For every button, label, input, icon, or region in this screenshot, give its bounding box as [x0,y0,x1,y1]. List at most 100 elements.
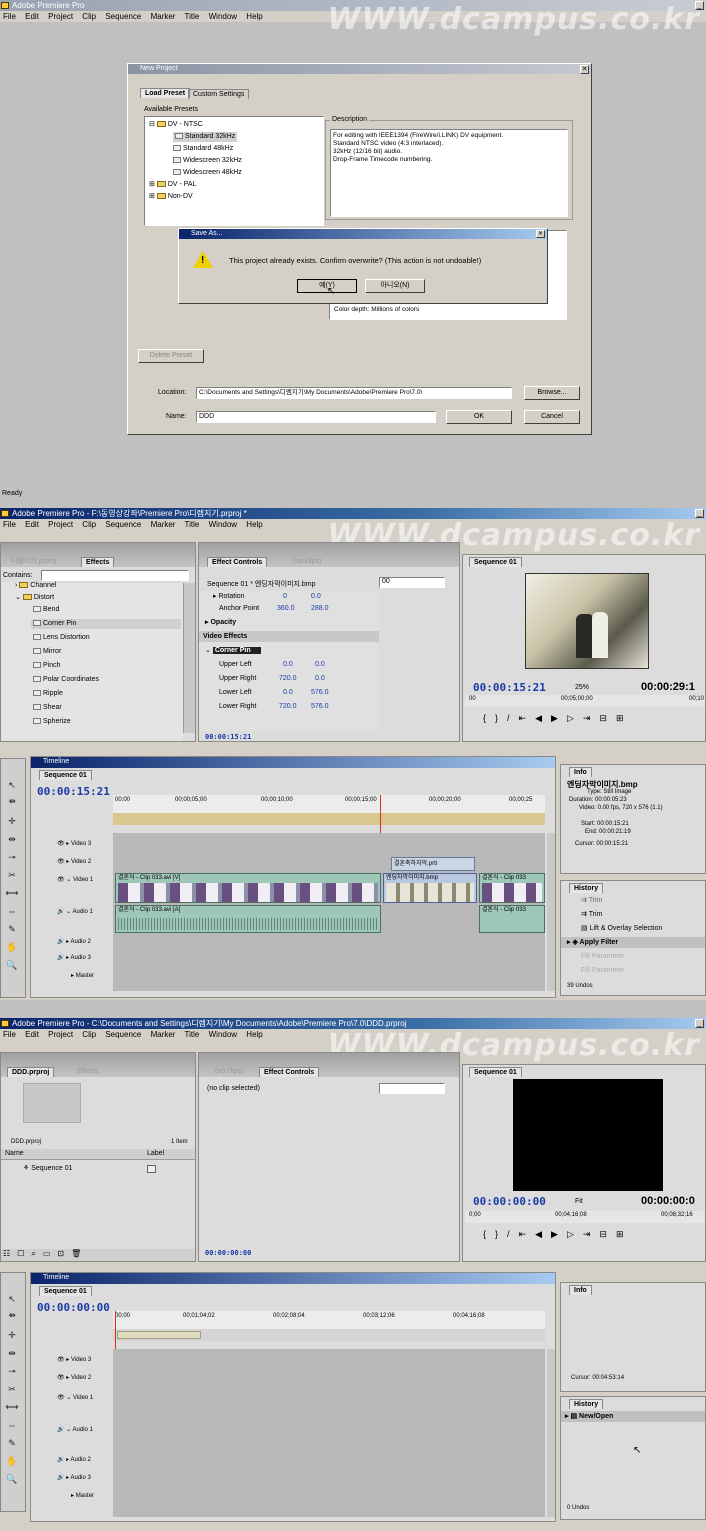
mark-out-icon[interactable]: } [495,713,507,723]
tab-history[interactable]: History [569,883,604,893]
track-master[interactable]: ▸ Master [31,1489,111,1503]
go-to-in-icon[interactable]: ⇤ [519,1229,536,1239]
step-back-icon[interactable]: ◀ [535,713,551,723]
program-ruler[interactable]: 00 00;05;00;00 00;10 [465,695,705,707]
step-forward-icon[interactable]: ▷ [567,713,583,723]
clip-video-1a[interactable]: 결혼식 - Clip 033.avi [V] [115,873,381,903]
tab-effects[interactable]: Effects [81,557,115,567]
hand-tool-icon[interactable]: ✋ [5,1455,19,1467]
menu-clip[interactable]: Clip [82,520,96,529]
ec-row-opacity[interactable]: ▸ Opacity [199,617,379,628]
track-video-1[interactable]: 👁 ⌄ Video 1 [31,1391,111,1405]
history-item[interactable]: ⇉ Trim [561,895,705,906]
ripple-edit-tool-icon[interactable]: ✛ [5,815,19,827]
speaker-icon[interactable]: 🔊 [57,955,64,961]
save-as-close-icon[interactable]: ✕ [536,230,545,238]
menu-edit[interactable]: Edit [25,520,39,529]
no-button[interactable]: 아니오(N) [365,279,425,293]
ec-footer-timecode[interactable]: 00:00:00:00 [205,1249,251,1257]
razor-tool-icon[interactable]: ✂ [5,869,19,881]
history-item[interactable]: ▤ Lift & Overlay Selection [561,923,705,934]
project-item-sequence[interactable]: ⚘ Sequence 01 [1,1163,195,1174]
effect-pinch[interactable]: Pinch [33,661,61,671]
tree-item-widescreen-32khz[interactable]: Widescreen 32kHz [173,156,242,166]
menu-help[interactable]: Help [246,1030,262,1039]
set-marker-icon[interactable]: / [507,713,519,723]
timeline-scrollbar[interactable] [547,833,555,991]
ec-row-corner-pin[interactable]: ⌄ Corner Pin [199,645,379,656]
eye-icon[interactable]: 👁 [57,841,65,847]
effects-scrollbar[interactable] [183,583,195,733]
location-field[interactable]: C:\Documents and Settings\디렘지기\My Docume… [196,387,512,399]
effect-shear[interactable]: Shear [33,703,62,713]
menu-marker[interactable]: Marker [151,520,176,529]
browse-button[interactable]: Browse... [524,386,580,400]
effect-folder-distort[interactable]: ⌄ Distort [15,593,54,603]
timeline-scrollbar[interactable] [547,1349,555,1517]
new-bin-icon[interactable]: ▭ [43,1249,58,1258]
tab-info[interactable]: Info [569,1285,592,1295]
eye-icon[interactable]: 👁 [57,1395,65,1401]
track-audio-3[interactable]: 🔊 ▸ Audio 3 [31,951,111,965]
tab-effect-controls[interactable]: Effect Controls [259,1067,320,1077]
delete-icon[interactable]: 🗑 [71,1249,88,1258]
menu-project[interactable]: Project [48,520,73,529]
clip-audio-1a[interactable]: 결혼식 - Clip 033.avi [A] [115,905,381,933]
go-to-in-icon[interactable]: ⇤ [519,713,536,723]
effect-ripple[interactable]: Ripple [33,689,63,699]
menu-title[interactable]: Title [185,12,200,21]
effect-corner-pin[interactable]: Corner Pin [31,619,181,629]
menu-file[interactable]: File [3,12,16,21]
timeline-ruler[interactable]: 00;00 00;01;04;02 00;02;08;04 00;03;12;0… [113,1311,545,1341]
program-zoom-select[interactable]: Fit [575,1198,583,1205]
clip-video-1c[interactable]: 결혼식 - Clip 033 [479,873,545,903]
tab-effects[interactable]: Effects [73,1067,102,1077]
tab-program-sequence[interactable]: Sequence 01 [469,557,522,567]
history-item[interactable]: ⇉ Trim [561,909,705,920]
menu-title[interactable]: Title [185,520,200,529]
lift-icon[interactable]: ⊟ [599,713,616,723]
track-audio-3[interactable]: 🔊 ▸ Audio 3 [31,1471,111,1485]
hand-tool-icon[interactable]: ✋ [5,941,19,953]
column-name-header[interactable]: Name [5,1150,24,1157]
eye-icon[interactable]: 👁 [57,877,65,883]
speaker-icon[interactable]: 🔊 [57,1427,64,1433]
track-video-2[interactable]: 👁 ▸ Video 2 [31,1371,111,1385]
menu-help[interactable]: Help [246,520,262,529]
rolling-edit-tool-icon[interactable]: ⇹ [5,1347,19,1359]
timeline-ruler[interactable]: 00;00 00;00;05;00 00;00;10;00 00;00;15;0… [113,795,545,825]
menu-sequence[interactable]: Sequence [105,1030,141,1039]
set-marker-icon[interactable]: / [507,1229,519,1239]
tree-item-standard-32khz[interactable]: Standard 32kHz [173,132,238,142]
menu-file[interactable]: File [3,520,16,529]
track-video-3[interactable]: 👁 ▸ Video 3 [31,1353,111,1367]
dialog-close-icon[interactable]: ✕ [580,65,589,74]
slip-tool-icon[interactable]: ⟷ [5,1401,19,1413]
speaker-icon[interactable]: 🔊 [57,1475,64,1481]
timeline-timecode[interactable]: 00:00:00:00 [37,1301,110,1314]
play-icon[interactable]: ▶ [551,1229,567,1239]
go-to-out-icon[interactable]: ⇥ [583,1229,600,1239]
track-video-3[interactable]: 👁 ▸ Video 3 [31,837,111,851]
speaker-icon[interactable]: 🔊 [57,939,64,945]
close-window-icon[interactable]: _ [695,1,704,10]
history-item[interactable]: Fill Parameter [561,965,705,976]
track-video-1[interactable]: 👁 ⌄ Video 1 [31,873,111,887]
tab-program-sequence[interactable]: Sequence 01 [469,1067,522,1077]
slide-tool-icon[interactable]: ⇔ [5,1419,19,1431]
history-item-current[interactable]: ▸ ◈ Apply Filter [561,937,705,948]
history-item[interactable]: Fill Parameter [561,951,705,962]
slip-tool-icon[interactable]: ⟷ [5,887,19,899]
menu-file[interactable]: File [3,1030,16,1039]
extract-icon[interactable]: ⊞ [616,1229,633,1239]
track-master[interactable]: ▸ Master [31,969,111,983]
tree-item-widescreen-48khz[interactable]: Widescreen 48kHz [173,168,242,178]
delete-preset-button[interactable]: Delete Preset [138,349,204,363]
ec-mini-timeline[interactable] [379,1083,445,1094]
eye-icon[interactable]: 👁 [57,859,65,865]
go-to-out-icon[interactable]: ⇥ [583,713,600,723]
program-zoom-select[interactable]: 25% [575,684,589,691]
rate-stretch-tool-icon[interactable]: ⊸ [5,851,19,863]
eye-icon[interactable]: 👁 [57,1375,65,1381]
clip-video-1b[interactable]: 엔딩자막이미지.bmp [383,873,477,903]
